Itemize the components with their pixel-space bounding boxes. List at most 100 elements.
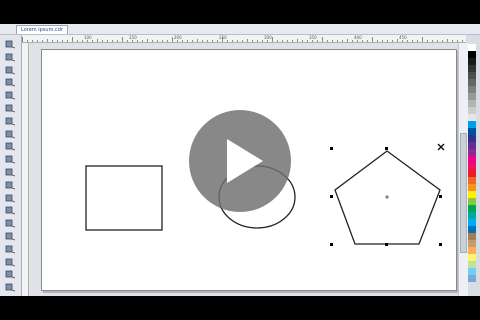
color-swatch[interactable] bbox=[468, 121, 476, 128]
ruler-tick bbox=[117, 40, 118, 42]
color-swatch[interactable] bbox=[468, 114, 476, 121]
ruler-tick bbox=[342, 40, 343, 42]
color-swatch[interactable] bbox=[468, 170, 476, 177]
ruler-tick bbox=[307, 40, 308, 42]
interactive-fill-tool-icon[interactable] bbox=[4, 257, 17, 268]
color-swatch[interactable] bbox=[468, 275, 476, 282]
color-swatch[interactable] bbox=[468, 191, 476, 198]
color-swatch[interactable] bbox=[468, 135, 476, 142]
ruler-tick bbox=[172, 37, 173, 42]
color-swatch[interactable] bbox=[468, 177, 476, 184]
ruler-tick bbox=[57, 40, 58, 42]
color-swatch[interactable] bbox=[468, 44, 476, 51]
blend-tool-icon[interactable] bbox=[4, 205, 17, 216]
zoom-tool-icon[interactable] bbox=[4, 77, 17, 88]
color-swatch[interactable] bbox=[468, 100, 476, 107]
ruler-tick bbox=[212, 40, 213, 42]
color-swatch[interactable] bbox=[468, 51, 476, 58]
color-swatch[interactable] bbox=[468, 86, 476, 93]
rectangle-shape[interactable] bbox=[85, 165, 163, 231]
color-swatch[interactable] bbox=[468, 65, 476, 72]
color-swatch[interactable] bbox=[468, 107, 476, 114]
selection-handle-bottom-middle bbox=[385, 243, 388, 246]
fill-tool-icon[interactable] bbox=[4, 244, 17, 255]
rotation-handle-icon[interactable] bbox=[437, 143, 445, 151]
color-swatch[interactable] bbox=[468, 184, 476, 191]
color-swatch[interactable] bbox=[468, 254, 476, 261]
color-swatch[interactable] bbox=[468, 142, 476, 149]
ruler-tick bbox=[47, 39, 48, 42]
outline-tool-icon[interactable] bbox=[4, 231, 17, 242]
color-swatch[interactable] bbox=[468, 233, 476, 240]
color-swatch[interactable] bbox=[468, 58, 476, 65]
color-swatch[interactable] bbox=[468, 247, 476, 254]
ruler-tick bbox=[92, 40, 93, 42]
ruler-tick bbox=[37, 40, 38, 42]
color-swatch-icon[interactable] bbox=[4, 282, 17, 293]
play-icon bbox=[227, 139, 263, 183]
ruler-tick bbox=[437, 40, 438, 42]
ruler-tick bbox=[317, 40, 318, 42]
color-swatch[interactable] bbox=[468, 261, 476, 268]
ruler-tick bbox=[337, 40, 338, 42]
color-swatch[interactable] bbox=[468, 149, 476, 156]
ruler-tick bbox=[187, 40, 188, 42]
ruler-tick bbox=[257, 40, 258, 42]
ruler-tick bbox=[267, 40, 268, 42]
polygon-tool-icon[interactable] bbox=[4, 141, 17, 152]
color-palette bbox=[468, 44, 476, 296]
table-tool-icon[interactable] bbox=[4, 167, 17, 178]
ruler-tick bbox=[387, 40, 388, 42]
pick-tool-icon[interactable] bbox=[4, 39, 17, 50]
connector-tool-icon[interactable] bbox=[4, 193, 17, 204]
ruler-label: 200 bbox=[174, 35, 182, 40]
smart-fill-tool-icon[interactable] bbox=[4, 103, 17, 114]
ruler-tick bbox=[152, 40, 153, 42]
color-swatch[interactable] bbox=[468, 240, 476, 247]
selection-handles[interactable] bbox=[330, 147, 442, 246]
ruler-tick bbox=[87, 40, 88, 42]
color-swatch[interactable] bbox=[468, 219, 476, 226]
eyedropper-tool-icon[interactable] bbox=[4, 218, 17, 229]
ruler-tick bbox=[457, 40, 458, 42]
pentagon-shape[interactable] bbox=[334, 150, 441, 245]
shape-tool-icon[interactable] bbox=[4, 52, 17, 63]
crop-tool-icon[interactable] bbox=[4, 65, 17, 76]
ruler-tick bbox=[462, 40, 463, 42]
ruler-tick bbox=[372, 37, 373, 42]
ruler-tick bbox=[32, 40, 33, 42]
color-swatch[interactable] bbox=[468, 198, 476, 205]
vertical-scrollbar[interactable] bbox=[458, 43, 468, 296]
ellipse-tool-icon[interactable] bbox=[4, 129, 17, 140]
color-swatch[interactable] bbox=[468, 79, 476, 86]
vertical-scrollbar-thumb[interactable] bbox=[460, 133, 467, 253]
color-swatch[interactable] bbox=[468, 128, 476, 135]
ruler-tick bbox=[192, 40, 193, 42]
ruler-tick bbox=[97, 39, 98, 42]
selection-handle-middle-left bbox=[330, 195, 333, 198]
color-swatch[interactable] bbox=[468, 205, 476, 212]
color-swatch[interactable] bbox=[468, 163, 476, 170]
toolbox bbox=[0, 35, 22, 296]
selection-handle-top-middle bbox=[385, 147, 388, 150]
mesh-fill-tool-icon[interactable] bbox=[4, 269, 17, 280]
color-swatch[interactable] bbox=[468, 212, 476, 219]
freehand-tool-icon[interactable] bbox=[4, 90, 17, 101]
horizontal-ruler[interactable]: 100 150 200 250 300 350 400 450 bbox=[22, 35, 466, 43]
play-button[interactable] bbox=[189, 110, 291, 212]
color-swatch[interactable] bbox=[468, 226, 476, 233]
ruler-tick bbox=[22, 37, 23, 42]
document-tab[interactable]: Lorem ipsum.cdr bbox=[16, 25, 69, 34]
text-tool-icon[interactable] bbox=[4, 154, 17, 165]
color-swatch[interactable] bbox=[468, 72, 476, 79]
dimension-tool-icon[interactable] bbox=[4, 180, 17, 191]
vertical-ruler[interactable] bbox=[22, 43, 29, 296]
ruler-tick bbox=[107, 40, 108, 42]
color-swatch[interactable] bbox=[468, 268, 476, 275]
ruler-tick bbox=[122, 37, 123, 42]
selection-handle-top-left bbox=[330, 147, 333, 150]
color-swatch[interactable] bbox=[468, 93, 476, 100]
color-swatch[interactable] bbox=[468, 156, 476, 163]
ruler-tick bbox=[347, 39, 348, 42]
rectangle-tool-icon[interactable] bbox=[4, 116, 17, 127]
